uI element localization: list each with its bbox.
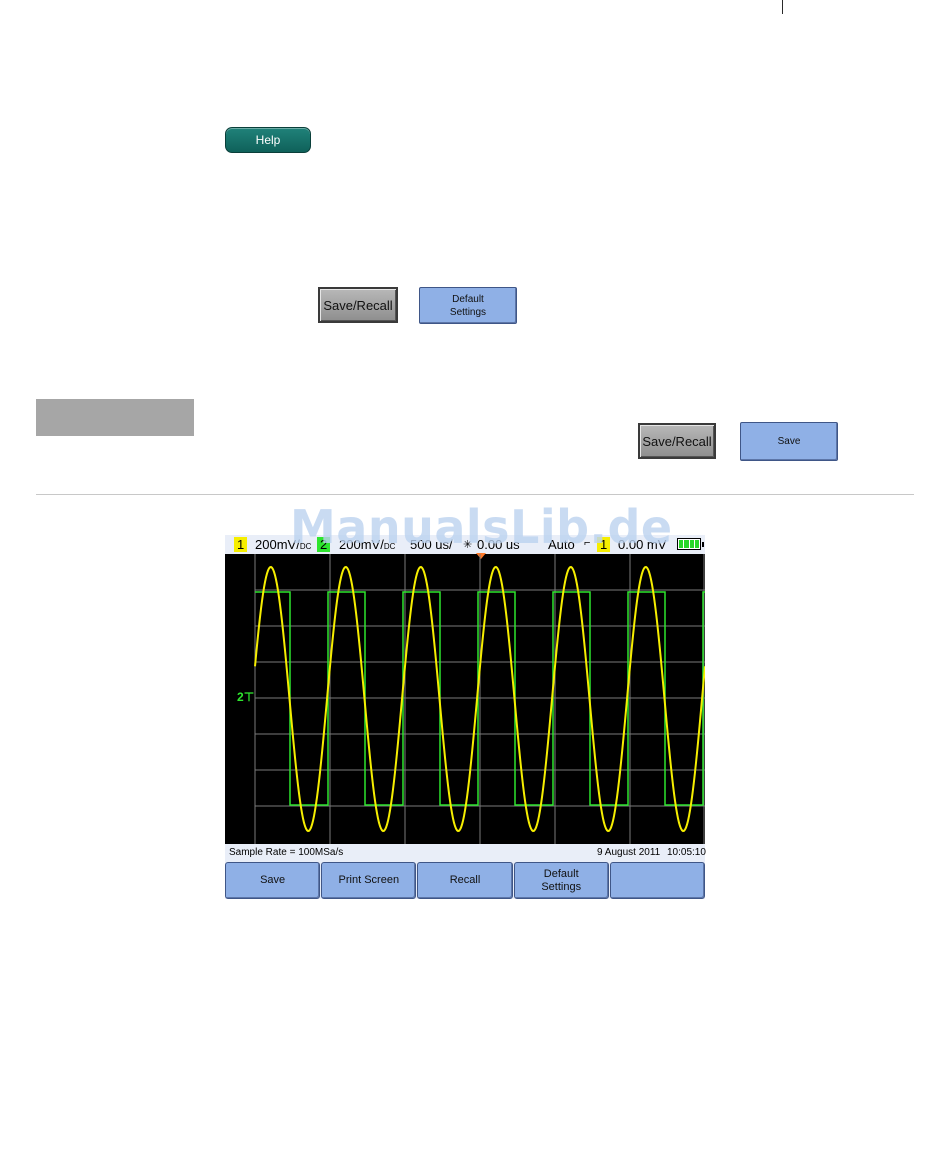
waveform-display: [254, 554, 705, 844]
save-recall-key-2[interactable]: Save/Recall: [638, 423, 716, 459]
help-key-button[interactable]: Help: [225, 127, 311, 153]
scope-date: 9 August 2011: [597, 847, 661, 858]
battery-tip: [702, 542, 704, 547]
page-edge-line: [782, 0, 783, 14]
sample-rate: Sample Rate = 100MSa/s: [229, 847, 344, 858]
watermark: ManualsLib.de: [290, 500, 673, 554]
ch2-ground-marker: 2⊤: [237, 690, 255, 704]
softkey-line1: Default: [452, 293, 484, 305]
note-bar: [36, 399, 194, 436]
ch1-badge[interactable]: 1: [234, 537, 248, 552]
softkey-line2: Settings: [449, 306, 487, 318]
battery-icon: [677, 538, 701, 550]
oscilloscope-screen: 1 200mV/DC 2 200mV/DC 500 us/ ✳ 0.00 us …: [225, 535, 706, 899]
softkey-default-settings[interactable]: Default Settings: [513, 862, 609, 899]
scope-time: 10:05:10: [667, 847, 706, 858]
default-settings-softkey[interactable]: Default Settings: [419, 287, 517, 324]
save-recall-key[interactable]: Save/Recall: [318, 287, 398, 323]
softkey-bar: Save Print Screen Recall Default Settings: [225, 862, 706, 899]
softkey-recall[interactable]: Recall: [417, 862, 513, 899]
section-divider: [36, 494, 914, 495]
save-softkey[interactable]: Save: [740, 422, 838, 461]
softkey-empty[interactable]: [609, 862, 706, 899]
scope-info-bar: Sample Rate = 100MSa/s 9 August 2011 10:…: [225, 844, 706, 862]
softkey-save[interactable]: Save: [225, 862, 321, 899]
softkey-print-screen[interactable]: Print Screen: [321, 862, 417, 899]
